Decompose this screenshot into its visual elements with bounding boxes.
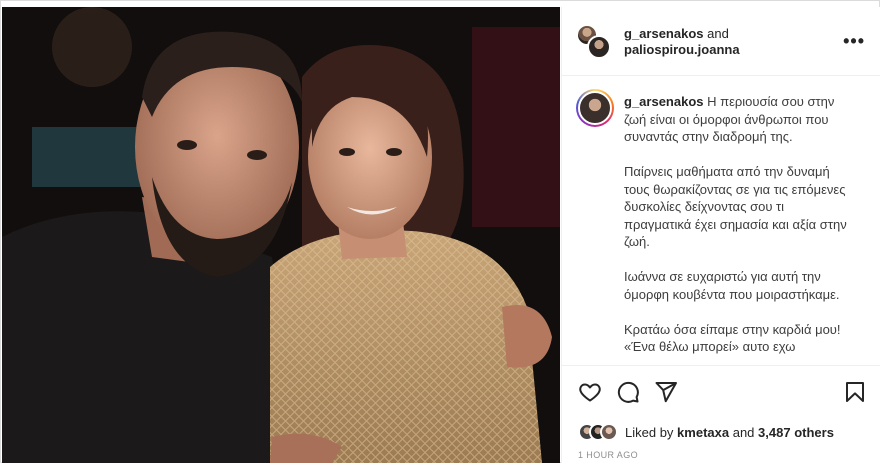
- username-link[interactable]: paliospirou.joanna: [624, 42, 740, 57]
- avatar[interactable]: [587, 35, 611, 59]
- post-timestamp[interactable]: 1 HOUR AGO: [578, 450, 638, 460]
- likes-text: Liked by kmetaxa and 3,487 others: [625, 425, 834, 440]
- avatar[interactable]: [576, 89, 614, 127]
- more-horizontal-icon[interactable]: •••: [843, 31, 865, 52]
- comment-icon[interactable]: [616, 380, 640, 404]
- likes-prefix: Liked by: [625, 424, 674, 440]
- bookmark-icon[interactable]: [843, 380, 867, 404]
- caption-area: g_arsenakos Η περιουσία σου στην ζωή είν…: [562, 77, 880, 365]
- likes-middle: and: [732, 424, 755, 440]
- post-photo-art: [2, 7, 560, 463]
- share-icon[interactable]: [654, 380, 678, 404]
- collab-avatars[interactable]: [576, 24, 612, 60]
- collab-names: g_arsenakos and paliospirou.joanna: [624, 26, 740, 58]
- likes-row: Liked by kmetaxa and 3,487 others: [578, 422, 834, 442]
- heart-icon[interactable]: [578, 380, 602, 404]
- caption-text: g_arsenakos Η περιουσία σου στην ζωή είν…: [624, 93, 854, 356]
- username-link[interactable]: g_arsenakos: [624, 26, 704, 41]
- instagram-post: g_arsenakos and paliospirou.joanna ••• g…: [0, 0, 880, 463]
- post-photo[interactable]: [2, 7, 560, 463]
- post-side-panel: g_arsenakos and paliospirou.joanna ••• g…: [561, 7, 880, 463]
- caption-body: Η περιουσία σου στην ζωή είναι οι όμορφο…: [624, 94, 847, 354]
- caption-username[interactable]: g_arsenakos: [624, 94, 704, 109]
- and-label: and: [707, 26, 729, 41]
- likes-count-link[interactable]: 3,487 others: [758, 425, 834, 440]
- action-bar: Liked by kmetaxa and 3,487 others 1 HOUR…: [562, 365, 880, 463]
- avatar[interactable]: [600, 423, 618, 441]
- post-header: g_arsenakos and paliospirou.joanna •••: [562, 7, 880, 76]
- likes-user-link[interactable]: kmetaxa: [677, 425, 729, 440]
